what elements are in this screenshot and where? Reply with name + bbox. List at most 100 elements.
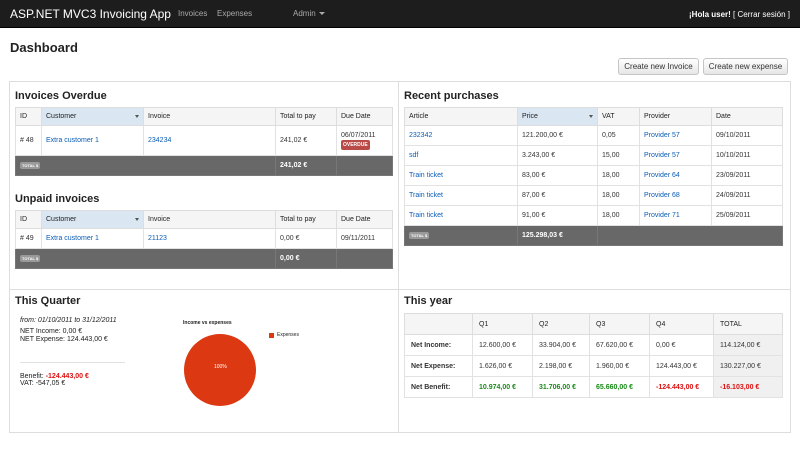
invoice-id: # 48 (15, 125, 42, 156)
column-header-price[interactable]: Price (517, 107, 598, 126)
quarter-net-expense: NET Expense: 124.443,00 € (20, 336, 108, 343)
nav-admin-dropdown[interactable]: Admin (293, 9, 325, 18)
q2-value: 33.904,00 € (532, 334, 590, 356)
customer-link-text[interactable]: Extra customer 1 (46, 137, 99, 144)
invoice-id: # 49 (15, 228, 42, 249)
q2-value: 2.198,00 € (532, 355, 590, 377)
date: 10/10/2011 (711, 145, 783, 166)
q4-value: 124.443,00 € (649, 355, 714, 377)
recent-purchases-title: Recent purchases (404, 90, 499, 102)
customer-link[interactable]: Extra customer 1 (41, 228, 144, 249)
invoice-link-text[interactable]: 21123 (148, 235, 167, 242)
column-header-provider[interactable]: Provider (639, 107, 712, 126)
article-link[interactable]: Train ticket (404, 165, 518, 186)
column-header-total[interactable]: Total to pay (275, 210, 337, 229)
column-header-label: Customer (46, 113, 77, 120)
column-header-id[interactable]: ID (15, 107, 42, 126)
invoices-overdue-title: Invoices Overdue (15, 90, 107, 102)
table-row: # 48 Extra customer 1 234234 241,02 € 06… (15, 125, 393, 156)
column-header-q3: Q3 (589, 313, 650, 335)
q4-value: -124.443,00 € (649, 376, 714, 398)
column-header-due-date[interactable]: Due Date (336, 107, 393, 126)
column-header-due-date[interactable]: Due Date (336, 210, 393, 229)
provider-link[interactable]: Provider 64 (639, 165, 712, 186)
price: 83,00 € (517, 165, 598, 186)
provider-link-text[interactable]: Provider 64 (644, 172, 680, 179)
admin-label: Admin (293, 9, 316, 18)
invoice-link[interactable]: 234234 (143, 125, 276, 156)
table-row: 232342 121.200,00 € 0,05 Provider 57 09/… (404, 125, 783, 146)
column-header-label: Customer (46, 216, 77, 223)
column-header-total[interactable]: Total to pay (275, 107, 337, 126)
create-expense-button[interactable]: Create new expense (703, 58, 788, 75)
date: 25/09/2011 (711, 205, 783, 226)
quarter-period: from: 01/10/2011 to 31/12/2011 (20, 317, 117, 324)
price: 87,00 € (517, 185, 598, 206)
article-link-text[interactable]: Train ticket (409, 192, 443, 199)
overdue-badge: OVERDUE (341, 139, 370, 150)
article-link-text[interactable]: 232342 (409, 132, 432, 139)
column-header-q2: Q2 (532, 313, 590, 335)
vat: 18,00 (597, 185, 640, 206)
total-value: 0,00 € (275, 248, 337, 269)
invoice-link-text[interactable]: 234234 (148, 137, 171, 144)
q4-value: 0,00 € (649, 334, 714, 356)
total-empty-cell (597, 225, 783, 246)
provider-link-text[interactable]: Provider 68 (644, 192, 680, 199)
nav-invoices-link[interactable]: Invoices (178, 9, 207, 18)
column-header-customer[interactable]: Customer (41, 107, 144, 126)
provider-link-text[interactable]: Provider 71 (644, 212, 680, 219)
article-link[interactable]: Train ticket (404, 185, 518, 206)
total-label-cell: TOTAL $ (15, 248, 276, 269)
legend-label-expenses: Expenses (277, 332, 299, 338)
nav-expenses-link[interactable]: Expenses (217, 9, 252, 18)
invoice-link[interactable]: 21123 (143, 228, 276, 249)
column-header-article[interactable]: Article (404, 107, 518, 126)
q1-value: 1.626,00 € (472, 355, 533, 377)
price: 91,00 € (517, 205, 598, 226)
date: 24/09/2011 (711, 185, 783, 206)
column-header-id[interactable]: ID (15, 210, 42, 229)
due-date: 09/11/2011 (336, 228, 393, 249)
benefit-label: Benefit: (20, 373, 44, 380)
column-header-invoice[interactable]: Invoice (143, 107, 276, 126)
provider-link[interactable]: Provider 68 (639, 185, 712, 206)
provider-link[interactable]: Provider 57 (639, 145, 712, 166)
customer-link-text[interactable]: Extra customer 1 (46, 235, 99, 242)
quarter-benefit: Benefit: -124.443,00 € (20, 373, 89, 380)
column-header-date[interactable]: Date (711, 107, 783, 126)
article-link[interactable]: 232342 (404, 125, 518, 146)
provider-link-text[interactable]: Provider 57 (644, 152, 680, 159)
total-row: TOTAL $ 0,00 € (15, 248, 393, 269)
column-header-blank (404, 313, 473, 335)
customer-link[interactable]: Extra customer 1 (41, 125, 144, 156)
invoice-total: 241,02 € (275, 125, 337, 156)
article-link-text[interactable]: Train ticket (409, 212, 443, 219)
quarter-net-income: NET Income: 0,00 € (20, 328, 83, 335)
column-header-invoice[interactable]: Invoice (143, 210, 276, 229)
column-header-total: TOTAL (713, 313, 783, 335)
benefit-value: -124.443,00 € (45, 373, 89, 380)
article-link-text[interactable]: Train ticket (409, 172, 443, 179)
q1-value: 10.974,00 € (472, 376, 533, 398)
table-row: # 49 Extra customer 1 21123 0,00 € 09/11… (15, 228, 393, 249)
column-header-q1: Q1 (472, 313, 533, 335)
total-empty-cell (336, 155, 393, 176)
this-quarter-title: This Quarter (15, 295, 81, 307)
article-link-text[interactable]: sdf (409, 152, 418, 159)
this-year-table: Q1 Q2 Q3 Q4 TOTAL Net Income: 12.600,00 … (404, 313, 783, 398)
column-header-customer[interactable]: Customer (41, 210, 144, 229)
table-row: Train ticket 87,00 € 18,00 Provider 68 2… (404, 185, 783, 206)
column-header-q4: Q4 (649, 313, 714, 335)
create-invoice-button[interactable]: Create new Invoice (618, 58, 699, 75)
provider-link[interactable]: Provider 57 (639, 125, 712, 146)
table-header-row: Q1 Q2 Q3 Q4 TOTAL (404, 313, 783, 335)
article-link[interactable]: sdf (404, 145, 518, 166)
app-brand[interactable]: ASP.NET MVC3 Invoicing App (10, 7, 171, 21)
provider-link[interactable]: Provider 71 (639, 205, 712, 226)
legend-swatch-expenses (269, 333, 274, 338)
logout-link[interactable]: Cerrar sesión (738, 10, 786, 19)
article-link[interactable]: Train ticket (404, 205, 518, 226)
provider-link-text[interactable]: Provider 57 (644, 132, 680, 139)
column-header-vat[interactable]: VAT (597, 107, 640, 126)
